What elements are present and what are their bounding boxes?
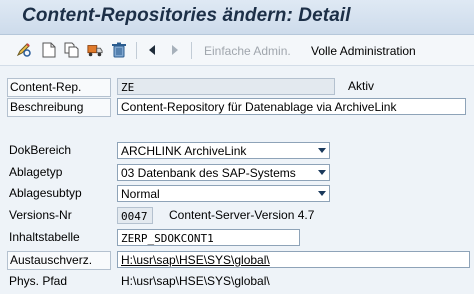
chevron-down-icon: [318, 148, 326, 153]
page-title: Content-Repositories ändern: Detail: [22, 5, 351, 26]
doc-area-value: ARCHLINK ArchiveLink: [121, 144, 247, 158]
storage-type-select[interactable]: 03 Datenbank des SAP-Systems: [117, 164, 330, 181]
doc-area-select[interactable]: ARCHLINK ArchiveLink: [117, 142, 330, 159]
full-admin-button[interactable]: Volle Administration: [311, 44, 416, 58]
content-table-label: Inhaltstabelle: [9, 230, 80, 244]
simple-admin-button[interactable]: Einfache Admin.: [204, 44, 291, 58]
status-text: Aktiv: [348, 79, 375, 93]
copy-icon[interactable]: [64, 42, 80, 58]
next-icon[interactable]: [167, 42, 183, 58]
previous-icon[interactable]: [144, 42, 160, 58]
storage-type-value: 03 Datenbank des SAP-Systems: [121, 166, 296, 180]
content-table-field[interactable]: ZERP_SDOKCONT1: [117, 229, 300, 246]
display-change-icon[interactable]: [16, 42, 32, 58]
delete-icon[interactable]: [111, 42, 127, 58]
content-rep-label: Content-Rep.: [7, 78, 111, 97]
storage-type-label: Ablagetyp: [9, 165, 63, 179]
storage-subtype-select[interactable]: Normal: [117, 185, 330, 202]
transport-icon[interactable]: [87, 42, 103, 58]
version-field[interactable]: 0047: [117, 207, 153, 224]
toolbar-separator: [191, 42, 192, 59]
storage-subtype-label: Ablagesubtyp: [9, 186, 82, 200]
version-label: Versions-Nr: [9, 208, 72, 222]
exchange-dir-field[interactable]: H:\usr\sap\HSE\SYS\global\: [117, 251, 470, 268]
content-rep-field[interactable]: ZE: [117, 78, 335, 95]
application-toolbar: Einfache Admin. Volle Administration: [0, 35, 474, 66]
doc-area-label: DokBereich: [9, 143, 72, 157]
exchange-dir-label: Austauschverz.: [7, 251, 111, 270]
chevron-down-icon: [318, 191, 326, 196]
title-bar: Content-Repositories ändern: Detail: [0, 0, 474, 35]
phys-path-label: Phys. Pfad: [9, 274, 68, 288]
description-label: Beschreibung: [7, 98, 111, 117]
chevron-down-icon: [318, 170, 326, 175]
server-version-text: Content-Server-Version 4.7: [169, 208, 315, 222]
description-field[interactable]: Content-Repository für Datenablage via A…: [117, 98, 466, 115]
exchange-dir-value: H:\usr\sap\HSE\SYS\global\: [121, 253, 270, 267]
create-icon[interactable]: [41, 42, 57, 58]
toolbar-separator: [136, 42, 137, 59]
phys-path-value: H:\usr\sap\HSE\SYS\global\: [121, 274, 270, 288]
storage-subtype-value: Normal: [121, 187, 160, 201]
detail-form: Content-Rep. ZE Aktiv Beschreibung Conte…: [0, 66, 474, 294]
